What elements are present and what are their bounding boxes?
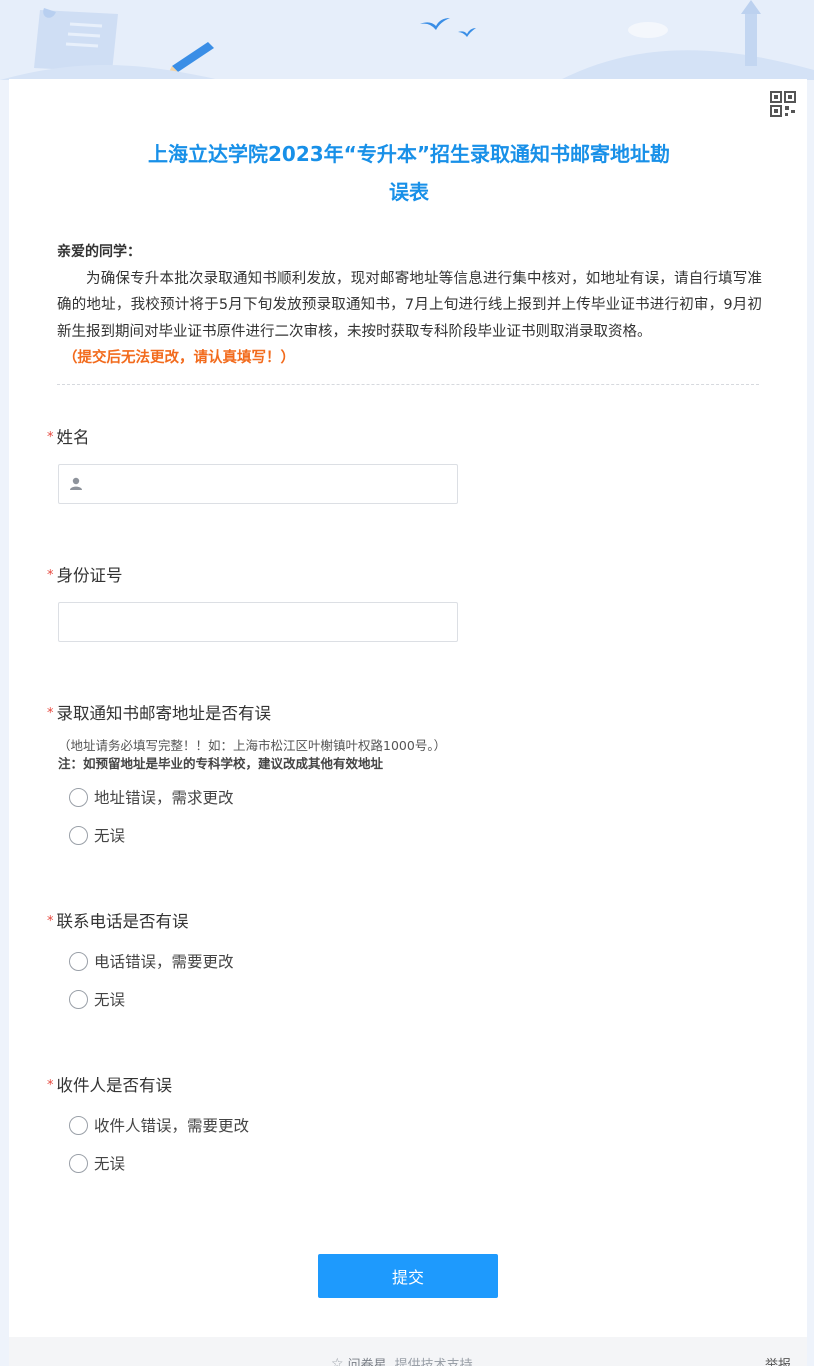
option-label: 无误: [94, 827, 126, 845]
radio-button[interactable]: [69, 787, 88, 807]
option-label: 地址错误，需求更改: [94, 789, 234, 807]
submit-button[interactable]: 提交: [318, 1254, 498, 1298]
qr-code-icon[interactable]: [770, 91, 796, 117]
divider: [57, 384, 759, 385]
user-icon: [70, 477, 82, 490]
option-phone-wrong[interactable]: 电话错误，需要更改: [69, 950, 234, 972]
star-icon: ☆: [331, 1355, 344, 1366]
address-note: 注：如预留地址是毕业的专科学校，建议改成其他有效地址: [58, 756, 384, 771]
required-mark: *: [47, 914, 54, 929]
question-idcard-label: 身份证号: [56, 566, 123, 585]
question-recipient-title: * 收件人是否有误: [47, 1072, 172, 1096]
option-label: 电话错误，需要更改: [94, 953, 234, 971]
support-text: 提供技术支持: [394, 1358, 473, 1366]
page-title: 上海立达学院2023年“专升本”招生录取通知书邮寄地址勘误表: [148, 142, 670, 204]
report-link[interactable]: 举报: [765, 1354, 791, 1366]
option-label: 收件人错误，需要更改: [94, 1117, 250, 1135]
option-address-correct[interactable]: 无误: [69, 824, 125, 846]
header-banner: [0, 0, 814, 80]
radio-button[interactable]: [69, 1153, 88, 1173]
footer-brand: ☆ 问卷星 提供技术支持: [331, 1354, 473, 1366]
greeting: 亲爱的同学：: [57, 244, 141, 260]
option-recipient-correct[interactable]: 无误: [69, 1152, 125, 1174]
question-phone-label: 联系电话是否有误: [56, 912, 189, 931]
question-address-label: 录取通知书邮寄地址是否有误: [56, 704, 272, 723]
intro-paragraph: 为确保专升本批次录取通知书顺利发放，现对邮寄地址等信息进行集中核对，如地址有误，…: [57, 270, 762, 340]
question-name-title: * 姓名: [47, 424, 90, 448]
required-mark: *: [47, 706, 54, 721]
option-label: 无误: [94, 991, 126, 1009]
intro-text: 亲爱的同学： 为确保专升本批次录取通知书顺利发放，现对邮寄地址等信息进行集中核对…: [57, 239, 762, 372]
question-idcard-title: * 身份证号: [47, 562, 123, 586]
idcard-input[interactable]: [58, 602, 458, 642]
option-phone-correct[interactable]: 无误: [69, 988, 125, 1010]
required-mark: *: [47, 568, 54, 583]
radio-button[interactable]: [69, 825, 88, 845]
option-label: 无误: [94, 1155, 126, 1173]
radio-button[interactable]: [69, 1115, 88, 1135]
option-address-wrong[interactable]: 地址错误，需求更改: [69, 786, 234, 808]
footer: ☆ 问卷星 提供技术支持 举报: [9, 1337, 807, 1366]
brand-name[interactable]: 问卷星: [348, 1354, 387, 1366]
radio-button[interactable]: [69, 989, 88, 1009]
required-mark: *: [47, 430, 54, 445]
name-input[interactable]: [58, 464, 458, 504]
question-recipient-label: 收件人是否有误: [56, 1076, 173, 1095]
option-recipient-wrong[interactable]: 收件人错误，需要更改: [69, 1114, 249, 1136]
question-name-label: 姓名: [56, 428, 90, 447]
required-mark: *: [47, 1078, 54, 1093]
warning-text: （提交后无法更改，请认真填写！）: [63, 350, 295, 366]
address-hint: （地址请务必填写完整！！如：上海市松江区叶榭镇叶权路1000号。）: [58, 738, 447, 753]
banner-illustration: [0, 0, 814, 80]
form-card: 上海立达学院2023年“专升本”招生录取通知书邮寄地址勘误表 亲爱的同学： 为确…: [9, 79, 807, 1337]
question-address-title: * 录取通知书邮寄地址是否有误: [47, 700, 271, 724]
question-phone-title: * 联系电话是否有误: [47, 908, 189, 932]
radio-button[interactable]: [69, 951, 88, 971]
